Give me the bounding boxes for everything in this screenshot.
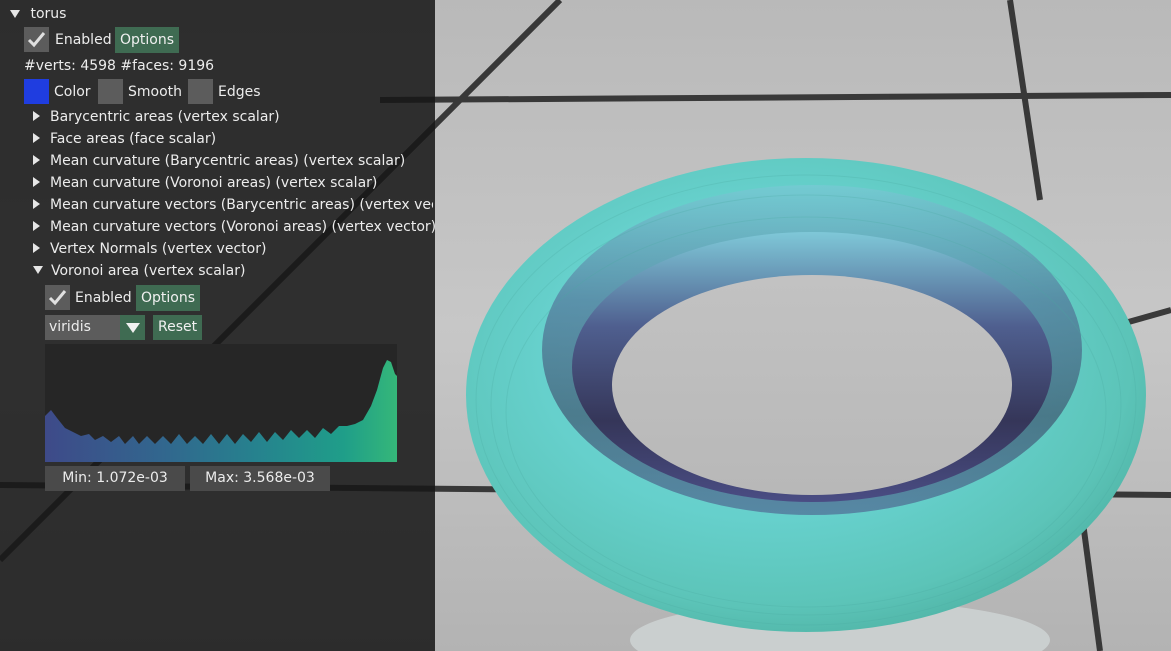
smooth-checkbox[interactable]	[98, 79, 123, 104]
expand-arrow-icon[interactable]	[33, 221, 40, 231]
check-icon	[48, 290, 67, 306]
expand-arrow-icon[interactable]	[33, 133, 40, 143]
quantity-label: Vertex Normals (vertex vector)	[50, 241, 267, 257]
collapse-arrow-icon[interactable]	[10, 10, 20, 18]
reset-button[interactable]: Reset	[153, 315, 203, 340]
enabled-checkbox[interactable]	[24, 27, 49, 52]
expand-arrow-icon[interactable]	[33, 111, 40, 121]
quantity-item[interactable]: Face areas (face scalar)	[33, 128, 216, 150]
quantity-label: Mean curvature (Barycentric areas) (vert…	[50, 153, 406, 169]
quantity-item[interactable]: Mean curvature vectors (Barycentric area…	[33, 194, 433, 216]
quantity-label: Voronoi area (vertex scalar)	[51, 263, 246, 279]
edges-label: Edges	[218, 84, 261, 100]
max-value-field[interactable]: Max: 3.568e-03	[190, 466, 330, 491]
quantity-label: Face areas (face scalar)	[50, 131, 217, 147]
quantity-item[interactable]: Mean curvature (Barycentric areas) (vert…	[33, 150, 405, 172]
dropdown-arrow-icon[interactable]	[120, 315, 145, 340]
min-value-field[interactable]: Min: 1.072e-03	[45, 466, 185, 491]
collapse-arrow-icon[interactable]	[33, 266, 43, 274]
expand-arrow-icon[interactable]	[33, 199, 40, 209]
voronoi-enabled-label: Enabled	[75, 290, 132, 306]
edges-checkbox[interactable]	[188, 79, 213, 104]
structure-panel: torus Enabled Options #verts: 4598 #face…	[0, 0, 436, 651]
quantity-item[interactable]: Mean curvature (Voronoi areas) (vertex s…	[33, 172, 377, 194]
quantity-item[interactable]: Barycentric areas (vertex scalar)	[33, 106, 280, 128]
histogram[interactable]	[45, 344, 397, 462]
colormap-value: viridis	[49, 319, 91, 335]
quantity-item[interactable]: Mean curvature vectors (Voronoi areas) (…	[33, 216, 436, 238]
voronoi-options-button[interactable]: Options	[136, 285, 201, 311]
mesh-stats: #verts: 4598 #faces: 9196	[24, 58, 215, 74]
structure-header[interactable]: torus	[10, 3, 66, 25]
expand-arrow-icon[interactable]	[33, 177, 40, 187]
voronoi-quantity-header[interactable]: Voronoi area (vertex scalar)	[33, 260, 245, 282]
quantity-label: Mean curvature vectors (Voronoi areas) (…	[50, 219, 437, 235]
smooth-label: Smooth	[128, 84, 183, 100]
color-swatch[interactable]	[24, 79, 49, 104]
quantity-label: Barycentric areas (vertex scalar)	[50, 109, 280, 125]
voronoi-enabled-checkbox[interactable]	[45, 285, 70, 310]
colormap-select[interactable]: viridis	[45, 315, 145, 340]
enabled-label: Enabled	[55, 32, 112, 48]
quantity-label: Mean curvature vectors (Barycentric area…	[50, 197, 433, 213]
histogram-plot	[45, 360, 397, 462]
quantity-label: Mean curvature (Voronoi areas) (vertex s…	[50, 175, 378, 191]
quantity-item[interactable]: Vertex Normals (vertex vector)	[33, 238, 266, 260]
expand-arrow-icon[interactable]	[33, 155, 40, 165]
expand-arrow-icon[interactable]	[33, 243, 40, 253]
check-icon	[27, 32, 46, 48]
structure-name: torus	[30, 6, 67, 22]
options-button[interactable]: Options	[115, 27, 180, 53]
color-label: Color	[54, 84, 91, 100]
